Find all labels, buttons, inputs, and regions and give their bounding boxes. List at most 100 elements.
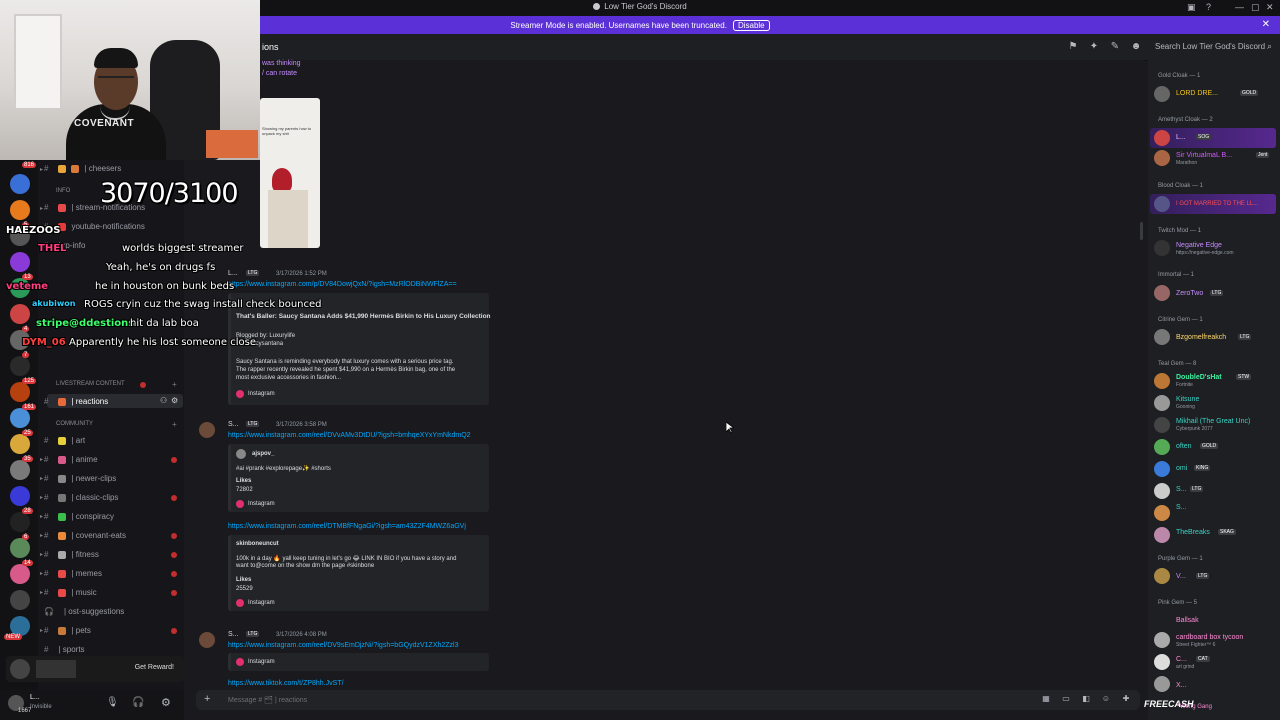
- message-author[interactable]: L...: [228, 270, 238, 277]
- message-image[interactable]: Showing my parents how to unpack my shit: [260, 98, 320, 248]
- server-icon[interactable]: [10, 174, 30, 194]
- invite-icon[interactable]: ⚇: [160, 396, 167, 405]
- channel-item-music[interactable]: # | music: [44, 588, 97, 597]
- member-name[interactable]: Negative Edge: [1176, 242, 1222, 249]
- promo-banner[interactable]: Get Reward!: [6, 656, 184, 682]
- channel-item-pets[interactable]: # | pets: [44, 626, 91, 635]
- close-window-button[interactable]: ✕: [1266, 2, 1274, 13]
- avatar[interactable]: [1154, 196, 1170, 212]
- category-livestream[interactable]: LIVESTREAM CONTENT: [56, 381, 125, 387]
- channel-item-reactions[interactable]: # | reactions: [44, 397, 108, 406]
- member-name[interactable]: I GOT MARRIED TO THE LL...: [1176, 201, 1258, 207]
- embed-author[interactable]: skinboneuncut: [236, 541, 279, 547]
- member-name[interactable]: TheBreaks: [1176, 529, 1210, 536]
- server-icon[interactable]: [10, 200, 30, 220]
- server-icon[interactable]: [10, 460, 30, 480]
- avatar[interactable]: [1154, 150, 1170, 166]
- avatar[interactable]: [1154, 130, 1170, 146]
- member-name[interactable]: Sir VirtualmaL B...: [1176, 152, 1232, 159]
- channel-item-conspiracy[interactable]: # | conspiracy: [44, 512, 114, 521]
- notification-bell-icon[interactable]: ✦: [1088, 41, 1100, 53]
- message-link[interactable]: https://www.instagram.com/reel/DTMBfFNga…: [228, 523, 466, 530]
- message-link[interactable]: https://www.tiktok.com/t/ZP8hh.JvST/: [228, 680, 344, 687]
- server-icon[interactable]: [10, 382, 30, 402]
- avatar[interactable]: [199, 632, 215, 648]
- channel-item-anime[interactable]: # | anime: [44, 455, 98, 464]
- gear-icon[interactable]: ⚙: [161, 696, 171, 709]
- channel-item-covenant-eats[interactable]: # | covenant-eats: [44, 531, 126, 540]
- microphone-icon[interactable]: 🎙: [106, 697, 119, 708]
- server-icon[interactable]: [10, 512, 30, 532]
- member-name[interactable]: Kitsune: [1176, 396, 1199, 403]
- inbox-icon[interactable]: ▣: [1187, 2, 1196, 13]
- help-icon[interactable]: ?: [1206, 2, 1211, 12]
- embed-author[interactable]: ajspov_: [252, 451, 274, 457]
- member-name[interactable]: Ballsak: [1176, 617, 1199, 624]
- threads-icon[interactable]: ⚑: [1067, 41, 1079, 53]
- member-name[interactable]: C...: [1176, 656, 1187, 663]
- avatar[interactable]: [1154, 395, 1170, 411]
- server-icon[interactable]: [10, 356, 30, 376]
- emoji-icon[interactable]: ☺: [1101, 694, 1111, 704]
- gift-icon[interactable]: ▦: [1041, 694, 1051, 704]
- channel-item-ost-suggestions[interactable]: 🎧 | ost-suggestions: [44, 607, 124, 616]
- maximize-button[interactable]: ▢: [1251, 2, 1260, 13]
- member-name[interactable]: L...: [1176, 134, 1186, 141]
- search-input[interactable]: Search Low Tier God's Discord ⌕: [1150, 40, 1276, 54]
- avatar[interactable]: [1154, 373, 1170, 389]
- member-list-icon[interactable]: ☻: [1130, 41, 1142, 53]
- member-name[interactable]: S...: [1176, 486, 1187, 493]
- pin-icon[interactable]: ✎: [1109, 41, 1121, 53]
- member-name[interactable]: V...: [1176, 573, 1186, 580]
- get-reward-button[interactable]: Get Reward!: [135, 664, 174, 671]
- message-link[interactable]: https://www.instagram.com/reel/DVvAMv3Dt…: [228, 432, 471, 439]
- channel-item-art[interactable]: # | art: [44, 436, 85, 445]
- member-name[interactable]: LORD DRE...: [1176, 90, 1218, 97]
- message-author[interactable]: S...: [228, 421, 239, 428]
- member-name[interactable]: S...: [1176, 504, 1187, 511]
- add-channel-icon[interactable]: +: [172, 420, 177, 429]
- member-name[interactable]: DoubleD'sHat: [1176, 374, 1222, 381]
- server-icon[interactable]: [10, 538, 30, 558]
- server-icon[interactable]: [10, 486, 30, 506]
- close-icon[interactable]: ✕: [1262, 19, 1270, 30]
- server-icon[interactable]: [10, 252, 30, 272]
- channel-item-memes[interactable]: # | memes: [44, 569, 102, 578]
- avatar[interactable]: [1154, 483, 1170, 499]
- avatar[interactable]: [1154, 505, 1170, 521]
- embed-title[interactable]: That's Baller: Saucy Santana Adds $41,99…: [236, 313, 491, 320]
- server-icon[interactable]: [10, 408, 30, 428]
- member-name[interactable]: X...: [1176, 682, 1187, 689]
- message-link[interactable]: https://www.instagram.com/reel/DV9sEmDjz…: [228, 642, 459, 649]
- avatar[interactable]: [1154, 240, 1170, 256]
- add-attachment-icon[interactable]: +: [204, 693, 210, 705]
- gear-icon[interactable]: ⚙: [171, 396, 178, 405]
- category-community[interactable]: COMMUNITY: [56, 421, 93, 427]
- server-icon[interactable]: [10, 590, 30, 610]
- channel-item-fitness[interactable]: # | fitness: [44, 550, 99, 559]
- avatar[interactable]: [1154, 417, 1170, 433]
- avatar[interactable]: [1154, 329, 1170, 345]
- message-author[interactable]: S...: [228, 631, 239, 638]
- scrollbar-thumb[interactable]: [1140, 222, 1143, 240]
- minimize-button[interactable]: —: [1235, 2, 1244, 12]
- sticker-icon[interactable]: ◧: [1081, 694, 1091, 704]
- member-name[interactable]: cardboard box tycoon: [1176, 634, 1243, 641]
- server-icon[interactable]: [10, 304, 30, 324]
- avatar[interactable]: [1154, 461, 1170, 477]
- apps-icon[interactable]: ✚: [1121, 694, 1131, 704]
- avatar[interactable]: [1154, 632, 1170, 648]
- message-link[interactable]: https://www.instagram.com/p/DV84DowjQxN/…: [228, 281, 457, 288]
- gif-icon[interactable]: ▭: [1061, 694, 1071, 704]
- avatar[interactable]: [1154, 285, 1170, 301]
- server-icon[interactable]: [10, 616, 30, 636]
- disable-button[interactable]: Disable: [732, 20, 770, 31]
- avatar[interactable]: [1154, 654, 1170, 670]
- member-name[interactable]: often: [1176, 443, 1192, 450]
- avatar[interactable]: [199, 422, 215, 438]
- message-composer[interactable]: + Message # 🗂 | reactions ▦ ▭ ◧ ☺ ✚: [196, 690, 1140, 710]
- avatar[interactable]: [1154, 439, 1170, 455]
- avatar[interactable]: [1154, 568, 1170, 584]
- member-name[interactable]: Bzgomelfreakch: [1176, 334, 1226, 341]
- channel-item-newer-clips[interactable]: # | newer-clips: [44, 474, 116, 483]
